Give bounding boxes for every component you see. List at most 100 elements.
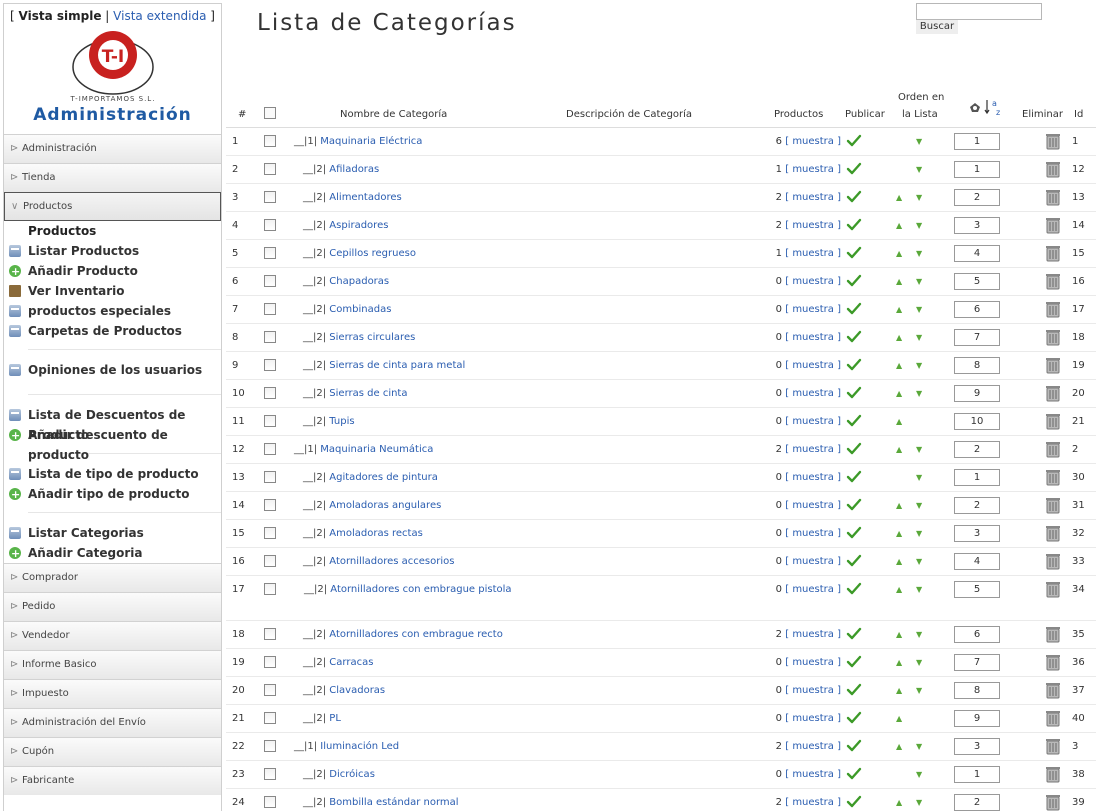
move-up-icon[interactable]: ▲	[896, 658, 902, 667]
category-name-link[interactable]: Chapadoras	[329, 276, 389, 287]
col-publish[interactable]: Publicar	[845, 109, 885, 120]
category-name-link[interactable]: Combinadas	[329, 304, 391, 315]
trash-icon[interactable]	[1045, 412, 1061, 430]
move-down-icon[interactable]: ▼	[916, 529, 922, 538]
trash-icon[interactable]	[1045, 328, 1061, 346]
published-check-icon[interactable]	[846, 627, 862, 641]
move-down-icon[interactable]: ▼	[916, 798, 922, 807]
move-down-icon[interactable]: ▼	[916, 137, 922, 146]
order-input[interactable]: 8	[954, 357, 1000, 374]
category-name-link[interactable]: Cepillos regrueso	[329, 248, 416, 259]
show-products-link[interactable]: [ muestra ]	[785, 192, 841, 203]
section-vendedor[interactable]: ⊳ Vendedor	[4, 621, 221, 650]
move-up-icon[interactable]: ▲	[896, 445, 902, 454]
move-down-icon[interactable]: ▼	[916, 165, 922, 174]
show-products-link[interactable]: [ muestra ]	[785, 136, 841, 147]
category-name-link[interactable]: Alimentadores	[329, 192, 401, 203]
order-input[interactable]: 4	[954, 553, 1000, 570]
category-name-link[interactable]: Maquinaria Eléctrica	[320, 136, 422, 147]
sidebar-item-a-adir-descuento-de-producto[interactable]: Añadir descuento de producto	[4, 425, 221, 462]
published-check-icon[interactable]	[846, 442, 862, 456]
order-input[interactable]: 1	[954, 469, 1000, 486]
move-down-icon[interactable]: ▼	[916, 686, 922, 695]
col-name[interactable]: Nombre de Categoría	[340, 109, 447, 120]
trash-icon[interactable]	[1045, 468, 1061, 486]
move-down-icon[interactable]: ▼	[916, 389, 922, 398]
category-name-link[interactable]: Amoladoras angulares	[329, 500, 441, 511]
published-check-icon[interactable]	[846, 711, 862, 725]
move-down-icon[interactable]: ▼	[916, 473, 922, 482]
trash-icon[interactable]	[1045, 580, 1061, 598]
trash-icon[interactable]	[1045, 552, 1061, 570]
category-name-link[interactable]: Agitadores de pintura	[329, 472, 438, 483]
order-input[interactable]: 1	[954, 766, 1000, 783]
move-down-icon[interactable]: ▼	[916, 557, 922, 566]
published-check-icon[interactable]	[846, 414, 862, 428]
published-check-icon[interactable]	[846, 767, 862, 781]
move-up-icon[interactable]: ▲	[896, 221, 902, 230]
move-up-icon[interactable]: ▲	[896, 630, 902, 639]
order-input[interactable]: 9	[954, 710, 1000, 727]
order-input[interactable]: 9	[954, 385, 1000, 402]
row-checkbox[interactable]	[264, 443, 276, 455]
move-down-icon[interactable]: ▼	[916, 658, 922, 667]
category-name-link[interactable]: Clavadoras	[329, 685, 385, 696]
show-products-link[interactable]: [ muestra ]	[785, 685, 841, 696]
extended-view-link[interactable]: Vista extendida	[113, 9, 206, 23]
row-checkbox[interactable]	[264, 527, 276, 539]
move-up-icon[interactable]: ▲	[896, 501, 902, 510]
trash-icon[interactable]	[1045, 737, 1061, 755]
trash-icon[interactable]	[1045, 244, 1061, 262]
move-up-icon[interactable]: ▲	[896, 305, 902, 314]
category-name-link[interactable]: Atornilladores accesorios	[329, 556, 454, 567]
show-products-link[interactable]: [ muestra ]	[785, 276, 841, 287]
order-input[interactable]: 6	[954, 301, 1000, 318]
row-checkbox[interactable]	[264, 331, 276, 343]
move-down-icon[interactable]: ▼	[916, 501, 922, 510]
row-checkbox[interactable]	[264, 191, 276, 203]
category-name-link[interactable]: Iluminación Led	[320, 741, 399, 752]
move-up-icon[interactable]: ▲	[896, 277, 902, 286]
category-name-link[interactable]: Carracas	[329, 657, 373, 668]
section-tienda[interactable]: ⊳ Tienda	[4, 163, 221, 192]
search-button[interactable]: Buscar	[916, 20, 958, 34]
published-check-icon[interactable]	[846, 498, 862, 512]
category-name-link[interactable]: Atornilladores con embrague pistola	[330, 584, 511, 595]
order-input[interactable]: 2	[954, 794, 1000, 811]
order-input[interactable]: 3	[954, 525, 1000, 542]
published-check-icon[interactable]	[846, 330, 862, 344]
save-order-icon[interactable]	[968, 101, 982, 116]
trash-icon[interactable]	[1045, 625, 1061, 643]
category-name-link[interactable]: Sierras de cinta	[329, 388, 407, 399]
category-name-link[interactable]: Sierras circulares	[329, 332, 415, 343]
search-input[interactable]	[916, 3, 1042, 20]
row-checkbox[interactable]	[264, 275, 276, 287]
row-checkbox[interactable]	[264, 656, 276, 668]
trash-icon[interactable]	[1045, 300, 1061, 318]
row-checkbox[interactable]	[264, 499, 276, 511]
simple-view-link[interactable]: Vista simple	[19, 9, 102, 23]
move-up-icon[interactable]: ▲	[896, 193, 902, 202]
show-products-link[interactable]: [ muestra ]	[785, 629, 841, 640]
show-products-link[interactable]: [ muestra ]	[785, 584, 841, 595]
show-products-link[interactable]: [ muestra ]	[785, 741, 841, 752]
category-name-link[interactable]: Amoladoras rectas	[329, 528, 423, 539]
move-down-icon[interactable]: ▼	[916, 193, 922, 202]
published-check-icon[interactable]	[846, 554, 862, 568]
published-check-icon[interactable]	[846, 655, 862, 669]
move-up-icon[interactable]: ▲	[896, 389, 902, 398]
published-check-icon[interactable]	[846, 274, 862, 288]
order-input[interactable]: 10	[954, 413, 1000, 430]
move-up-icon[interactable]: ▲	[896, 333, 902, 342]
category-name-link[interactable]: Dicróicas	[329, 769, 375, 780]
published-check-icon[interactable]	[846, 683, 862, 697]
published-check-icon[interactable]	[846, 358, 862, 372]
row-checkbox[interactable]	[264, 471, 276, 483]
move-up-icon[interactable]: ▲	[896, 585, 902, 594]
published-check-icon[interactable]	[846, 795, 862, 809]
row-checkbox[interactable]	[264, 684, 276, 696]
trash-icon[interactable]	[1045, 160, 1061, 178]
category-name-link[interactable]: Maquinaria Neumática	[320, 444, 433, 455]
published-check-icon[interactable]	[846, 739, 862, 753]
show-products-link[interactable]: [ muestra ]	[785, 416, 841, 427]
